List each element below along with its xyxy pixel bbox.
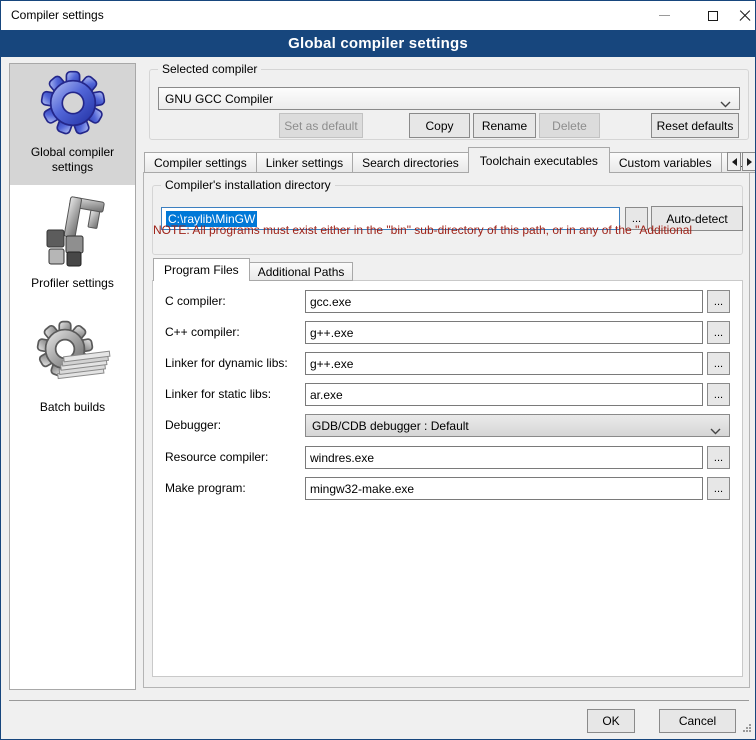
cpp-compiler-browse-button[interactable]: ...: [707, 321, 730, 344]
cpp-compiler-label: C++ compiler:: [165, 325, 240, 339]
resize-grip-icon[interactable]: [742, 722, 752, 736]
compiler-select[interactable]: GNU GCC Compiler: [158, 87, 740, 110]
resource-compiler-browse-button[interactable]: ...: [707, 446, 730, 469]
dynamic-linker-input[interactable]: g++.exe: [305, 352, 703, 375]
subtab-program-files[interactable]: Program Files: [153, 258, 250, 281]
installation-directory-group: Compiler's installation directory C:\ray…: [152, 185, 743, 255]
make-program-label: Make program:: [165, 481, 246, 495]
make-program-browse-button[interactable]: ...: [707, 477, 730, 500]
chevron-down-icon: [710, 424, 721, 438]
sidebar-item-profiler-settings[interactable]: Profiler settings: [10, 192, 135, 297]
sidebar-item-label: Batch builds: [10, 400, 135, 415]
c-compiler-browse-button[interactable]: ...: [707, 290, 730, 313]
dynamic-linker-browse-button[interactable]: ...: [707, 352, 730, 375]
reset-defaults-button[interactable]: Reset defaults: [651, 113, 739, 138]
footer-divider: [9, 700, 749, 701]
copy-button[interactable]: Copy: [409, 113, 470, 138]
minimize-button[interactable]: [646, 1, 682, 30]
ok-button[interactable]: OK: [587, 709, 635, 733]
c-compiler-label: C compiler:: [165, 294, 226, 308]
resource-compiler-input[interactable]: windres.exe: [305, 446, 703, 469]
window-title: Compiler settings: [11, 8, 104, 22]
dialog-banner: Global compiler settings: [1, 30, 755, 57]
program-files-tabbar: Program Files Additional Paths: [153, 258, 353, 281]
debugger-label: Debugger:: [165, 418, 221, 432]
compiler-select-value: GNU GCC Compiler: [165, 92, 273, 106]
delete-button[interactable]: Delete: [539, 113, 600, 138]
sidebar-item-label: Global compiler settings: [10, 145, 135, 175]
arrow-right-icon: [747, 158, 752, 166]
tab-custom-variables[interactable]: Custom variables: [610, 152, 722, 173]
settings-tabbar: Compiler settings Linker settings Search…: [144, 147, 756, 173]
subtab-additional-paths[interactable]: Additional Paths: [250, 262, 354, 281]
static-linker-input[interactable]: ar.exe: [305, 383, 703, 406]
static-linker-label: Linker for static libs:: [165, 387, 271, 401]
note-text: NOTE: All programs must exist either in …: [153, 223, 731, 237]
tab-compiler-settings[interactable]: Compiler settings: [144, 152, 257, 173]
chevron-down-icon: [720, 97, 731, 111]
selected-compiler-group-label: Selected compiler: [158, 62, 261, 76]
cancel-button[interactable]: Cancel: [659, 709, 736, 733]
c-compiler-input[interactable]: gcc.exe: [305, 290, 703, 313]
cpp-compiler-input[interactable]: g++.exe: [305, 321, 703, 344]
settings-sidebar: Global compiler settings: [9, 63, 136, 690]
dynamic-linker-label: Linker for dynamic libs:: [165, 356, 288, 370]
resource-compiler-label: Resource compiler:: [165, 450, 268, 464]
titlebar: Compiler settings: [1, 1, 755, 30]
program-files-panel: C compiler: gcc.exe ... C++ compiler: g+…: [152, 280, 743, 677]
sidebar-item-global-compiler-settings[interactable]: Global compiler settings: [10, 64, 135, 185]
tab-scroll-right-button[interactable]: [742, 152, 756, 171]
make-program-input[interactable]: mingw32-make.exe: [305, 477, 703, 500]
tab-toolchain-executables[interactable]: Toolchain executables: [468, 147, 610, 173]
rename-button[interactable]: Rename: [473, 113, 536, 138]
static-linker-browse-button[interactable]: ...: [707, 383, 730, 406]
close-button[interactable]: [732, 1, 756, 30]
sidebar-item-batch-builds[interactable]: Batch builds: [10, 317, 135, 422]
tab-scroll-left-button[interactable]: [727, 152, 741, 171]
installation-directory-label: Compiler's installation directory: [161, 178, 335, 192]
maximize-button[interactable]: [695, 1, 731, 30]
minimize-icon: [659, 15, 670, 16]
blue-gear-icon: [40, 70, 106, 139]
maximize-icon: [708, 11, 718, 21]
compiler-settings-dialog: Compiler settings Global compiler settin…: [0, 0, 756, 740]
toolchain-executables-page: Compiler's installation directory C:\ray…: [143, 172, 750, 688]
gear-stack-icon: [35, 319, 111, 400]
caliper-icon: [37, 196, 109, 275]
debugger-select[interactable]: GDB/CDB debugger : Default: [305, 414, 730, 437]
tab-search-directories[interactable]: Search directories: [353, 152, 469, 173]
debugger-select-value: GDB/CDB debugger : Default: [312, 419, 469, 433]
banner-title: Global compiler settings: [288, 35, 468, 52]
arrow-left-icon: [732, 158, 737, 166]
sidebar-item-label: Profiler settings: [10, 276, 135, 291]
close-icon: [739, 10, 751, 22]
tab-linker-settings[interactable]: Linker settings: [257, 152, 353, 173]
set-as-default-button[interactable]: Set as default: [279, 113, 363, 138]
